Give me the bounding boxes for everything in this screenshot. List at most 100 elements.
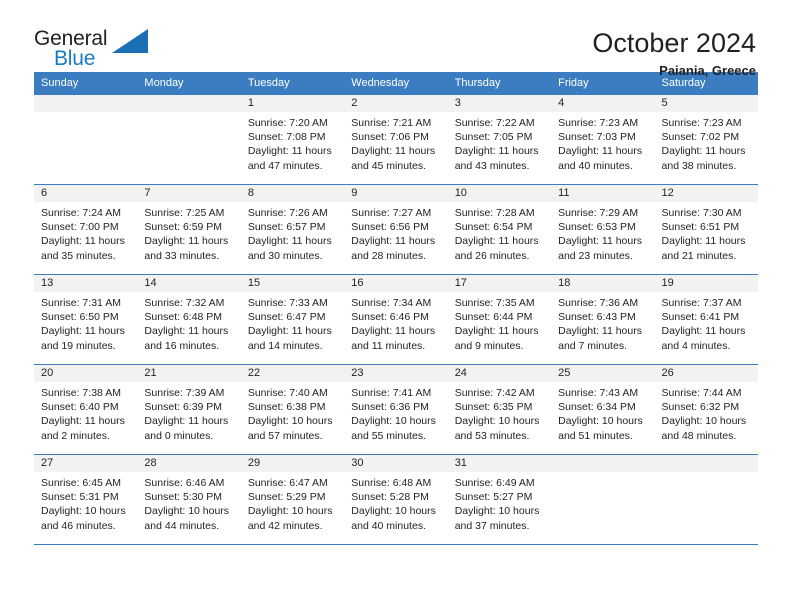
sunset-time: Sunset: 6:40 PM [41,401,119,414]
daylight-duration-line2: and 11 minutes. [351,339,426,352]
day-number: 6 [34,185,138,202]
calendar-day-cell[interactable]: 30 Sunrise: 6:48 AM Sunset: 5:28 PM Dayligh… [344,454,448,545]
calendar-day-cell[interactable]: 23 Sunrise: 7:41 AM Sunset: 6:36 PM Dayligh… [344,364,448,455]
calendar-day-cell[interactable]: 19 Sunrise: 7:37 AM Sunset: 6:41 PM Dayligh… [654,274,758,365]
day-number: 20 [34,365,138,382]
calendar-day-cell[interactable]: 28 Sunrise: 6:46 AM Sunset: 5:30 PM Dayligh… [137,454,241,545]
day-number: 9 [344,185,448,202]
daylight-duration-line1: Daylight: 11 hours [41,235,125,248]
sunset-time: Sunset: 6:46 PM [351,311,429,324]
daylight-duration-line2: and 19 minutes. [41,339,116,352]
sunrise-time: Sunrise: 7:24 AM [41,207,121,219]
sunset-time: Sunset: 7:05 PM [454,131,533,144]
calendar-day-cell[interactable]: 31 Sunrise: 6:49 AM Sunset: 5:27 PM Dayligh… [447,454,552,545]
sunset-time: Sunset: 6:53 PM [558,221,636,234]
calendar-day-cell[interactable]: 22 Sunrise: 7:40 AM Sunset: 6:38 PM Dayligh… [240,364,345,455]
calendar-day-cell[interactable]: 1 Sunrise: 7:20 AM Sunset: 7:08 PM Daylight… [240,95,345,185]
sunrise-time: Sunrise: 7:21 AM [351,117,432,129]
calendar-day-cell[interactable]: 8 Sunrise: 7:26 AM Sunset: 6:57 PM Daylight… [240,184,345,275]
calendar-week-row: 20 Sunrise: 7:38 AM Sunset: 6:40 PM Dayligh… [34,364,758,455]
calendar-day-cell[interactable]: 5 Sunrise: 7:23 AM Sunset: 7:02 PM Daylight… [654,95,758,185]
daylight-duration-line2: and 14 minutes. [247,339,323,352]
page-header: General Blue October 2024 Paiania, Greec… [34,0,758,78]
day-box: 29 Sunrise: 6:47 AM Sunset: 5:29 PM Dayligh… [240,455,345,544]
calendar-page: General Blue October 2024 Paiania, Greec… [0,0,792,612]
daylight-duration-line1: Daylight: 11 hours [247,235,332,248]
daylight-duration-line2: and 44 minutes. [144,519,220,532]
day-box: 1 Sunrise: 7:20 AM Sunset: 7:08 PM Daylight… [240,95,345,184]
day-sun-info: Sunrise: 7:20 AM Sunset: 7:08 PM Daylight:… [241,112,344,173]
day-box: 10 Sunrise: 7:28 AM Sunset: 6:54 PM Dayligh… [447,185,552,274]
day-sun-info: Sunrise: 7:42 AM Sunset: 6:35 PM Daylight:… [448,382,551,443]
calendar-day-cell[interactable]: 6 Sunrise: 7:24 AM Sunset: 7:00 PM Daylight… [34,184,138,275]
day-box: 17 Sunrise: 7:35 AM Sunset: 6:44 PM Dayligh… [447,275,552,364]
day-box: 6 Sunrise: 7:24 AM Sunset: 7:00 PM Daylight… [34,185,138,274]
day-sun-info: Sunrise: 6:46 AM Sunset: 5:30 PM Daylight:… [137,472,240,533]
day-number: 17 [447,275,552,292]
day-number: 11 [551,185,655,202]
daylight-duration-line2: and 33 minutes. [144,249,220,262]
day-box: 4 Sunrise: 7:23 AM Sunset: 7:03 PM Daylight… [551,95,655,184]
day-box: 7 Sunrise: 7:25 AM Sunset: 6:59 PM Daylight… [137,185,241,274]
sunrise-time: Sunrise: 6:47 AM [247,477,328,489]
sunrise-time: Sunrise: 7:29 AM [558,207,639,219]
day-box: 23 Sunrise: 7:41 AM Sunset: 6:36 PM Dayligh… [344,365,448,454]
day-number: 18 [551,275,655,292]
calendar-day-cell[interactable]: 29 Sunrise: 6:47 AM Sunset: 5:29 PM Dayligh… [240,454,345,545]
day-sun-info: Sunrise: 6:45 AM Sunset: 5:31 PM Daylight:… [34,472,137,533]
calendar-day-cell[interactable]: 10 Sunrise: 7:28 AM Sunset: 6:54 PM Dayligh… [447,184,552,275]
calendar-day-cell[interactable]: 20 Sunrise: 7:38 AM Sunset: 6:40 PM Dayligh… [34,364,138,455]
sunset-time: Sunset: 6:48 PM [144,311,223,324]
day-number: 25 [551,365,655,382]
sunset-time: Sunset: 6:44 PM [454,311,533,324]
calendar-day-cell[interactable]: 16 Sunrise: 7:34 AM Sunset: 6:46 PM Dayligh… [344,274,448,365]
sunset-time: Sunset: 6:43 PM [558,311,636,324]
daylight-duration-line1: Daylight: 11 hours [661,325,746,338]
calendar-day-cell[interactable]: 11 Sunrise: 7:29 AM Sunset: 6:53 PM Dayligh… [551,184,655,275]
sunset-time: Sunset: 6:47 PM [247,311,326,324]
calendar-day-cell[interactable]: 21 Sunrise: 7:39 AM Sunset: 6:39 PM Dayligh… [137,364,241,455]
calendar-day-cell[interactable]: 4 Sunrise: 7:23 AM Sunset: 7:03 PM Daylight… [551,95,655,185]
day-sun-info: Sunrise: 7:35 AM Sunset: 6:44 PM Daylight:… [448,292,551,353]
day-sun-info: Sunrise: 7:28 AM Sunset: 6:54 PM Daylight:… [448,202,551,263]
day-number: 16 [344,275,448,292]
daylight-duration-line2: and 26 minutes. [454,249,530,262]
day-sun-info: Sunrise: 7:25 AM Sunset: 6:59 PM Daylight:… [137,202,240,263]
calendar-day-cell[interactable]: 2 Sunrise: 7:21 AM Sunset: 7:06 PM Daylight… [344,95,448,185]
day-number: 5 [654,95,758,112]
sunset-time: Sunset: 6:54 PM [454,221,533,234]
day-box: 25 Sunrise: 7:43 AM Sunset: 6:34 PM Dayligh… [551,365,655,454]
day-box: 5 Sunrise: 7:23 AM Sunset: 7:02 PM Daylight… [654,95,758,184]
sunrise-time: Sunrise: 7:20 AM [247,117,328,129]
calendar-day-cell[interactable]: 27 Sunrise: 6:45 AM Sunset: 5:31 PM Dayligh… [34,454,138,545]
calendar-day-cell[interactable]: 24 Sunrise: 7:42 AM Sunset: 6:35 PM Dayligh… [447,364,552,455]
calendar-day-cell[interactable]: 3 Sunrise: 7:22 AM Sunset: 7:05 PM Daylight… [447,95,552,185]
general-blue-logo[interactable]: General Blue [34,27,154,75]
calendar-day-cell[interactable]: 12 Sunrise: 7:30 AM Sunset: 6:51 PM Dayligh… [654,184,758,275]
calendar-day-cell[interactable]: 15 Sunrise: 7:33 AM Sunset: 6:47 PM Dayligh… [240,274,345,365]
day-number: 10 [447,185,552,202]
calendar-day-cell[interactable]: 7 Sunrise: 7:25 AM Sunset: 6:59 PM Daylight… [137,184,241,275]
calendar-day-cell[interactable]: 9 Sunrise: 7:27 AM Sunset: 6:56 PM Daylight… [344,184,448,275]
sunrise-time: Sunrise: 7:22 AM [454,117,535,129]
day-box: 15 Sunrise: 7:33 AM Sunset: 6:47 PM Dayligh… [240,275,345,364]
calendar-day-cell[interactable]: 17 Sunrise: 7:35 AM Sunset: 6:44 PM Dayligh… [447,274,552,365]
calendar-day-cell[interactable]: 13 Sunrise: 7:31 AM Sunset: 6:50 PM Dayligh… [34,274,138,365]
calendar-day-cell[interactable]: 26 Sunrise: 7:44 AM Sunset: 6:32 PM Dayligh… [654,364,758,455]
calendar-day-cell[interactable]: 25 Sunrise: 7:43 AM Sunset: 6:34 PM Dayligh… [551,364,655,455]
day-box [654,455,758,544]
sunrise-time: Sunrise: 7:31 AM [41,297,121,309]
daylight-duration-line2: and 57 minutes. [247,429,323,442]
title-block: October 2024 Paiania, Greece [592,27,758,80]
day-sun-info: Sunrise: 7:37 AM Sunset: 6:41 PM Daylight:… [655,292,758,353]
sunset-time: Sunset: 6:38 PM [247,401,326,414]
day-box: 30 Sunrise: 6:48 AM Sunset: 5:28 PM Dayligh… [344,455,448,544]
sunrise-time: Sunrise: 7:43 AM [558,387,639,399]
calendar-day-cell[interactable]: 14 Sunrise: 7:32 AM Sunset: 6:48 PM Dayligh… [137,274,241,365]
daylight-duration-line2: and 55 minutes. [351,429,426,442]
sunrise-time: Sunrise: 6:49 AM [454,477,535,489]
calendar-day-cell[interactable]: 18 Sunrise: 7:36 AM Sunset: 6:43 PM Dayligh… [551,274,655,365]
sunset-time: Sunset: 6:59 PM [144,221,223,234]
day-sun-info: Sunrise: 7:32 AM Sunset: 6:48 PM Daylight:… [137,292,240,353]
daylight-duration-line1: Daylight: 11 hours [454,145,539,158]
